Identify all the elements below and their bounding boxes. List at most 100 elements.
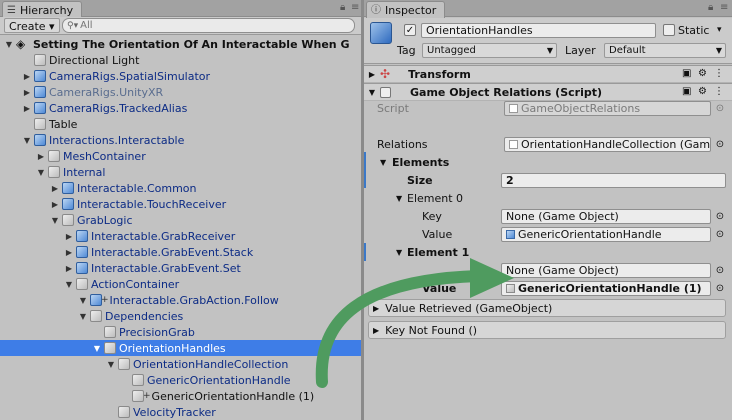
component-menu-icon[interactable]: ⋮ — [714, 86, 724, 97]
size-field[interactable]: 2 — [501, 173, 726, 188]
value0-field[interactable]: GenericOrientationHandle — [501, 227, 711, 242]
hierarchy-search[interactable]: ⚲▾ — [62, 18, 355, 33]
value-retrieved-event[interactable]: ▶ Value Retrieved (GameObject) — [368, 299, 726, 317]
hierarchy-item[interactable]: ▼ Interactions.Interactable — [0, 132, 361, 148]
hierarchy-item[interactable]: ▶ Interactable.GrabEvent.Stack — [0, 244, 361, 260]
hierarchy-item[interactable]: GenericOrientationHandle — [0, 372, 361, 388]
hierarchy-item[interactable]: VelocityTracker — [0, 404, 361, 420]
panel-menu-icon[interactable]: ≡ — [351, 2, 359, 13]
expand-arrow-icon[interactable]: ▼ — [92, 344, 102, 353]
expand-arrow-icon[interactable]: ▼ — [64, 280, 74, 289]
relations-field[interactable]: OrientationHandleCollection (Gam — [504, 137, 711, 152]
collapse-arrow-icon[interactable]: ▶ — [64, 248, 74, 257]
hierarchy-item[interactable]: ▼ OrientationHandleCollection — [0, 356, 361, 372]
help-icon[interactable]: ▣ — [682, 86, 691, 97]
search-icon: ⚲▾ — [67, 20, 79, 31]
hierarchy-item-label: VelocityTracker — [133, 405, 216, 419]
hierarchy-item-label: GenericOrientationHandle — [147, 373, 291, 387]
script-value: GameObjectRelations — [521, 102, 641, 115]
collapse-arrow-icon[interactable]: ▶ — [22, 104, 32, 113]
expand-arrow-icon[interactable]: ▼ — [78, 312, 88, 321]
collapse-arrow-icon[interactable]: ▶ — [22, 88, 32, 97]
component-menu-icon[interactable]: ⋮ — [714, 68, 724, 79]
object-picker-icon[interactable]: ⊙ — [714, 139, 726, 151]
expand-arrow-icon[interactable]: ▼ — [380, 155, 386, 170]
help-icon[interactable]: ▣ — [682, 68, 691, 79]
collapse-arrow-icon[interactable]: ▶ — [64, 232, 74, 241]
expand-arrow-icon[interactable]: ▼ — [36, 168, 46, 177]
expand-arrow-icon[interactable]: ▼ — [78, 296, 88, 305]
hierarchy-item[interactable]: ▶ Interactable.Common — [0, 180, 361, 196]
object-picker-icon[interactable]: ⊙ — [714, 265, 726, 277]
hierarchy-item[interactable]: ▼ GrabLogic — [0, 212, 361, 228]
inspector-tab[interactable]: ⓘ Inspector — [366, 1, 446, 18]
layer-dropdown[interactable]: Default ▼ — [604, 43, 726, 58]
search-input[interactable] — [80, 20, 341, 31]
collapse-arrow-icon[interactable]: ▶ — [373, 304, 379, 313]
hierarchy-item[interactable]: ▶ CameraRigs.UnityXR — [0, 84, 361, 100]
object-picker-icon[interactable]: ⊙ — [714, 229, 726, 241]
create-button[interactable]: Create ▾ — [4, 18, 60, 33]
expand-arrow-icon[interactable]: ▼ — [4, 40, 14, 49]
object-picker-icon[interactable]: ⊙ — [714, 103, 726, 115]
object-picker-icon[interactable]: ⊙ — [714, 283, 726, 295]
script-enabled-checkbox[interactable] — [380, 86, 391, 98]
expand-arrow-icon[interactable]: ▼ — [396, 191, 402, 206]
hierarchy-item[interactable]: ▶ MeshContainer — [0, 148, 361, 164]
collapse-arrow-icon[interactable]: ▶ — [64, 264, 74, 273]
expand-arrow-icon[interactable]: ▼ — [396, 245, 402, 260]
hierarchy-item[interactable]: + GenericOrientationHandle (1) — [0, 388, 361, 404]
inspector-lock-icon[interactable]: 🔒︎ — [708, 2, 713, 13]
value1-field[interactable]: GenericOrientationHandle (1) — [501, 281, 711, 296]
collapse-arrow-icon[interactable]: ▶ — [50, 184, 60, 193]
expand-arrow-icon[interactable]: ▼ — [50, 216, 60, 225]
collapse-arrow-icon[interactable]: ▶ — [50, 200, 60, 209]
static-dropdown-icon[interactable]: ▾ — [717, 23, 722, 38]
hierarchy-item[interactable]: Table — [0, 116, 361, 132]
preset-icon[interactable]: ⚙ — [698, 68, 707, 79]
hierarchy-item[interactable]: ▶ CameraRigs.TrackedAlias — [0, 100, 361, 116]
collapse-arrow-icon[interactable]: ▶ — [36, 152, 46, 161]
active-checkbox[interactable]: ✓ — [404, 24, 416, 36]
hierarchy-item-label: OrientationHandles — [119, 341, 226, 355]
script-icon — [509, 140, 518, 149]
preset-icon[interactable]: ⚙ — [698, 86, 707, 97]
static-checkbox[interactable] — [663, 24, 675, 36]
hierarchy-item[interactable]: ▶ Interactable.GrabEvent.Set — [0, 260, 361, 276]
hierarchy-item[interactable]: ▼ Internal — [0, 164, 361, 180]
hierarchy-item-label: OrientationHandleCollection — [133, 357, 289, 371]
expand-arrow-icon[interactable]: ▼ — [106, 360, 116, 369]
lock-icon[interactable]: 🔒︎ — [340, 2, 345, 13]
transform-component-header[interactable]: ▶ ✣ Transform ▣ ⚙ ⋮ — [364, 65, 732, 83]
expand-arrow-icon[interactable]: ▼ — [366, 88, 378, 97]
hierarchy-item[interactable]: PrecisionGrab — [0, 324, 361, 340]
tag-dropdown[interactable]: Untagged ▼ — [422, 43, 557, 58]
value0-value: GenericOrientationHandle — [518, 228, 662, 241]
hierarchy-item[interactable]: ▼ ActionContainer — [0, 276, 361, 292]
hierarchy-tab[interactable]: ☰ Hierarchy — [2, 1, 83, 18]
tag-label: Tag — [397, 44, 416, 57]
gameobject-cube-icon — [104, 326, 116, 338]
hierarchy-item[interactable]: ▶ CameraRigs.SpatialSimulator — [0, 68, 361, 84]
hierarchy-item[interactable]: ▶ Interactable.GrabReceiver — [0, 228, 361, 244]
hierarchy-item[interactable]: ▼ OrientationHandles — [0, 340, 361, 356]
hierarchy-item[interactable]: ▼ Dependencies — [0, 308, 361, 324]
key0-label: Key — [422, 210, 442, 223]
hierarchy-item[interactable]: Directional Light — [0, 52, 361, 68]
hierarchy-item[interactable]: ▶ Interactable.TouchReceiver — [0, 196, 361, 212]
key1-field[interactable]: None (Game Object) — [501, 263, 711, 278]
key-not-found-event[interactable]: ▶ Key Not Found () — [368, 321, 726, 339]
expand-arrow-icon[interactable]: ▼ — [22, 136, 32, 145]
gameobject-cube-icon — [132, 374, 144, 386]
key0-field[interactable]: None (Game Object) — [501, 209, 711, 224]
collapse-arrow-icon[interactable]: ▶ — [366, 70, 378, 79]
inspector-menu-icon[interactable]: ≡ — [720, 2, 728, 13]
object-picker-icon[interactable]: ⊙ — [714, 211, 726, 223]
collapse-arrow-icon[interactable]: ▶ — [373, 326, 379, 335]
relations-component-header[interactable]: ▼ Game Object Relations (Script) ▣ ⚙ ⋮ — [364, 83, 732, 101]
scene-row[interactable]: ▼ ◈ Setting The Orientation Of An Intera… — [0, 36, 361, 52]
gameobject-cube-icon — [118, 406, 130, 418]
hierarchy-item[interactable]: ▼ + Interactable.GrabAction.Follow — [0, 292, 361, 308]
collapse-arrow-icon[interactable]: ▶ — [22, 72, 32, 81]
object-name-field[interactable]: OrientationHandles — [421, 23, 656, 38]
